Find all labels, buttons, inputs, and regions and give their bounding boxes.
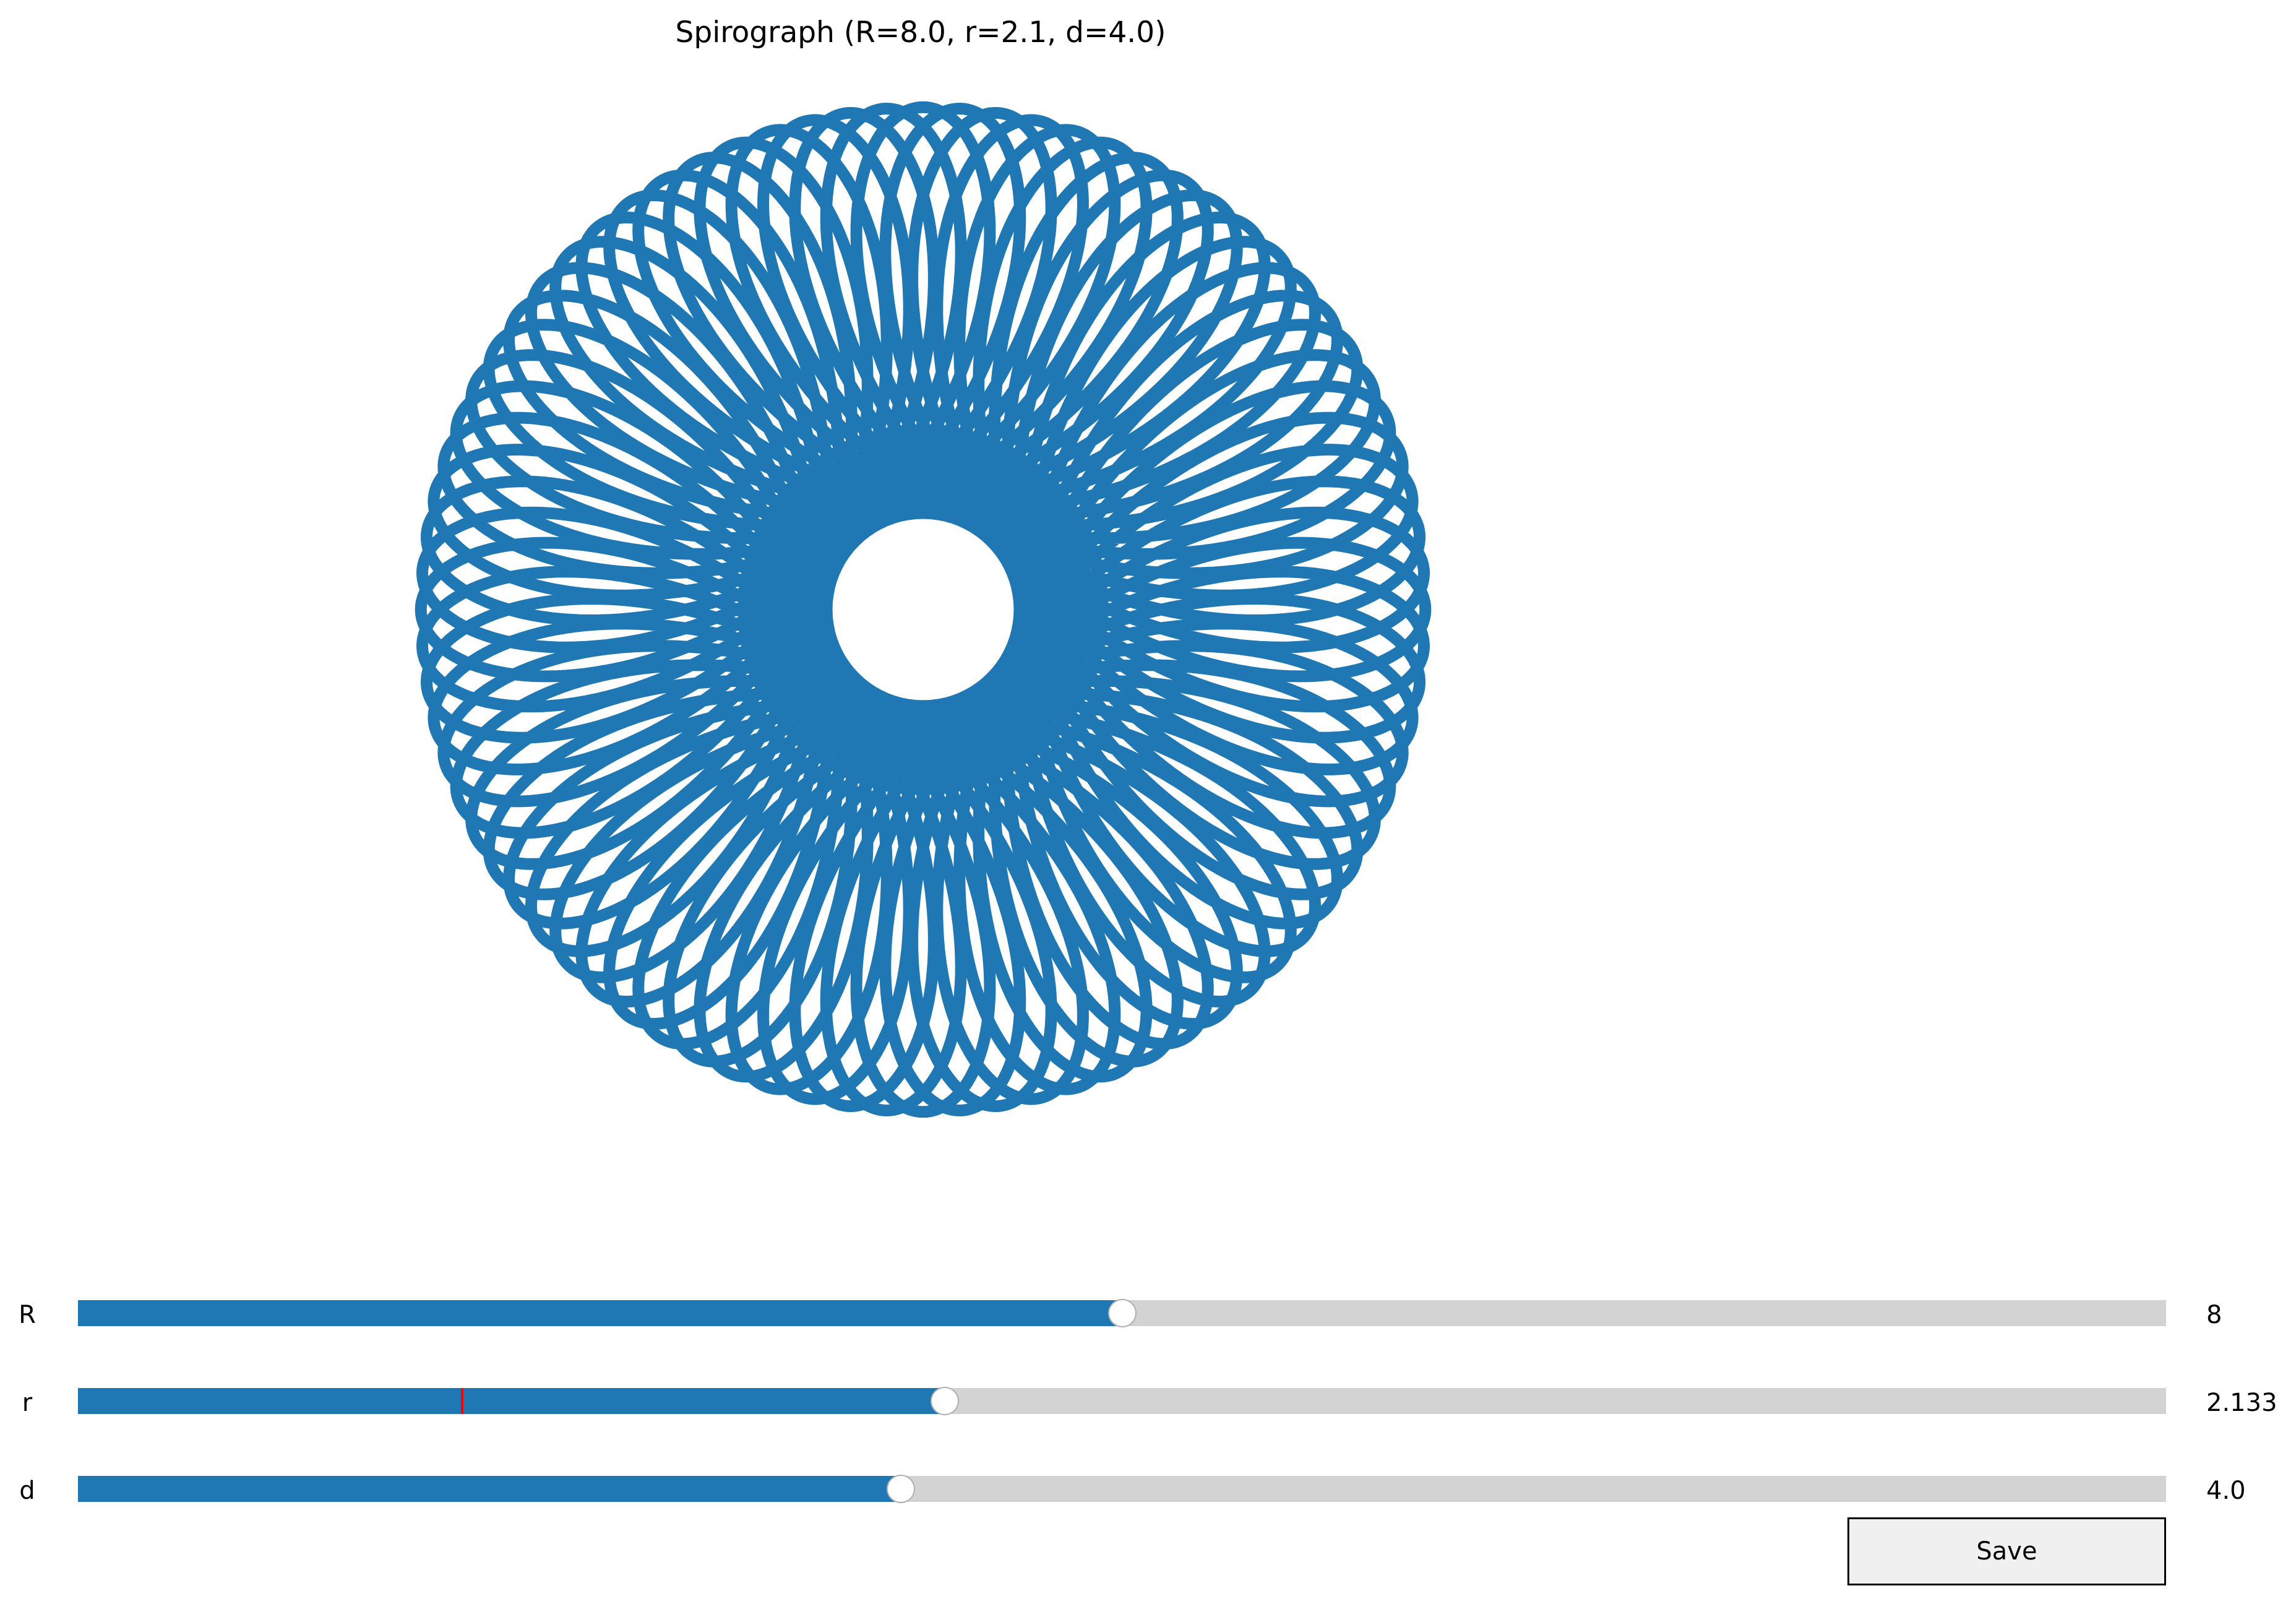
slider-label-d: d bbox=[19, 1477, 35, 1505]
slider-r-small-fill bbox=[78, 1388, 945, 1414]
slider-d-fill bbox=[78, 1476, 901, 1502]
slider-r-small-initial-marker bbox=[461, 1388, 463, 1414]
slider-value-r-small: 2.133 bbox=[2206, 1389, 2277, 1417]
spirograph-plot bbox=[415, 101, 1432, 1118]
slider-d[interactable] bbox=[78, 1475, 2166, 1503]
slider-value-d: 4.0 bbox=[2206, 1477, 2246, 1505]
spirograph-curve bbox=[415, 101, 1432, 1118]
slider-r-small[interactable] bbox=[78, 1387, 2166, 1415]
slider-label-r-big: R bbox=[19, 1301, 36, 1329]
save-button[interactable]: Save bbox=[1847, 1517, 2166, 1585]
plot-title: Spirograph (R=8.0, r=2.1, d=4.0) bbox=[675, 15, 1166, 50]
slider-value-r-big: 8 bbox=[2206, 1301, 2222, 1329]
slider-label-r-small: r bbox=[22, 1389, 33, 1417]
slider-r-small-handle[interactable] bbox=[930, 1387, 959, 1415]
slider-r-big[interactable] bbox=[78, 1299, 2166, 1327]
slider-r-big-handle[interactable] bbox=[1107, 1299, 1137, 1327]
slider-r-big-fill bbox=[78, 1300, 1122, 1326]
slider-d-handle[interactable] bbox=[886, 1475, 915, 1503]
